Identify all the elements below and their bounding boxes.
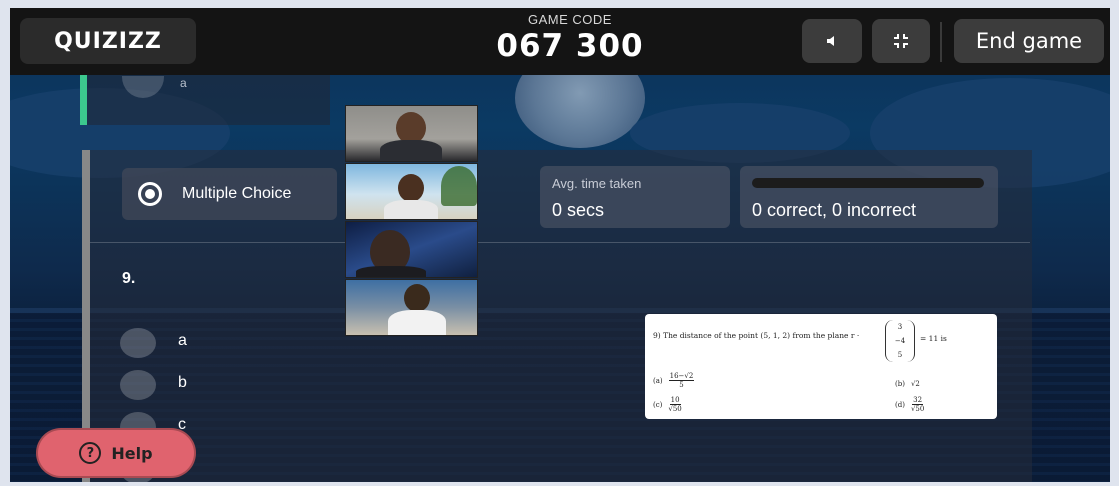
- game-code-label: GAME CODE: [528, 12, 612, 27]
- participant-video: [345, 163, 478, 220]
- top-bar: QUIZIZZ GAME CODE 067 300 End game: [10, 8, 1110, 75]
- answer-label: (d): [895, 400, 905, 409]
- help-label: Help: [111, 443, 153, 463]
- numerator: 16−√2: [668, 372, 695, 381]
- question-mark-icon: ?: [79, 442, 102, 464]
- answer-expression: √2: [910, 380, 920, 388]
- answer-label: (c): [653, 400, 663, 409]
- question-tail: = 11 is: [920, 334, 947, 343]
- answer-label: (b): [895, 380, 905, 388]
- answer-fraction: 16−√2 5: [668, 372, 695, 389]
- quizizz-logo: QUIZIZZ: [20, 18, 196, 64]
- question-type-chip: Multiple Choice: [122, 168, 337, 220]
- accuracy-text: 0 correct, 0 incorrect: [752, 200, 917, 220]
- matrix-entry: 5: [897, 351, 903, 359]
- question-number: 9.: [122, 270, 136, 287]
- help-button[interactable]: ? Help: [36, 428, 196, 478]
- normal-vector: 3 −4 5: [885, 320, 915, 362]
- participant-video: [345, 279, 478, 336]
- participant-video: [345, 105, 478, 162]
- denominator: 5: [679, 381, 684, 389]
- numerator: 32: [912, 396, 924, 405]
- participant-body: [356, 266, 426, 277]
- quiz-screen: QUIZIZZ GAME CODE 067 300 End game a Mul…: [10, 8, 1110, 482]
- avg-time-label: Avg. time taken: [552, 176, 642, 191]
- denominator: √50: [910, 405, 925, 413]
- question-image: 9) The distance of the point (5, 1, 2) f…: [645, 314, 997, 419]
- game-code: 067 300: [496, 28, 644, 64]
- participant-body: [380, 140, 442, 161]
- answer-d: (d) 32 √50: [895, 396, 924, 413]
- option-letter-b: b: [178, 374, 187, 391]
- answer-label: (a): [653, 376, 663, 385]
- answer-c: (c) 10 √50: [653, 396, 682, 413]
- toolbar-divider: [940, 22, 942, 62]
- denominator: √50: [668, 405, 682, 413]
- matrix-entry: −4: [894, 337, 906, 345]
- participant-body: [388, 310, 446, 335]
- option-bubble-b: [120, 370, 156, 400]
- sound-button[interactable]: [802, 19, 862, 63]
- speaker-icon: [827, 36, 834, 46]
- previous-question-panel: [80, 75, 330, 125]
- answer-fraction: 10 √50: [668, 396, 681, 413]
- question-text: 9) The distance of the point (5, 1, 2) f…: [653, 331, 860, 340]
- panel-divider: [90, 242, 1030, 243]
- answer-a: (a) 16−√2 5: [653, 372, 695, 389]
- exit-fullscreen-button[interactable]: [872, 19, 930, 63]
- exit-fullscreen-icon: [894, 34, 908, 48]
- participant-head: [398, 174, 424, 202]
- option-letter-a: a: [178, 332, 187, 349]
- avg-time-value: 0 secs: [552, 200, 605, 220]
- numerator: 10: [669, 396, 681, 405]
- participant-video: [345, 221, 478, 278]
- answer-b: (b) √2: [895, 380, 920, 388]
- palm-tree: [441, 166, 477, 206]
- end-game-button[interactable]: End game: [954, 19, 1104, 63]
- accuracy-progress-bar: [752, 178, 984, 188]
- participant-body: [384, 200, 438, 219]
- option-letter: a: [180, 76, 187, 90]
- matrix-entry: 3: [897, 323, 903, 331]
- accuracy-card: 0 correct, 0 incorrect: [740, 166, 998, 228]
- radio-icon: [138, 182, 162, 206]
- option-bubble-a: [120, 328, 156, 358]
- participant-head: [404, 284, 430, 312]
- avg-time-card: Avg. time taken 0 secs: [540, 166, 730, 228]
- answer-fraction: 32 √50: [911, 396, 924, 413]
- question-type-label: Multiple Choice: [182, 185, 292, 202]
